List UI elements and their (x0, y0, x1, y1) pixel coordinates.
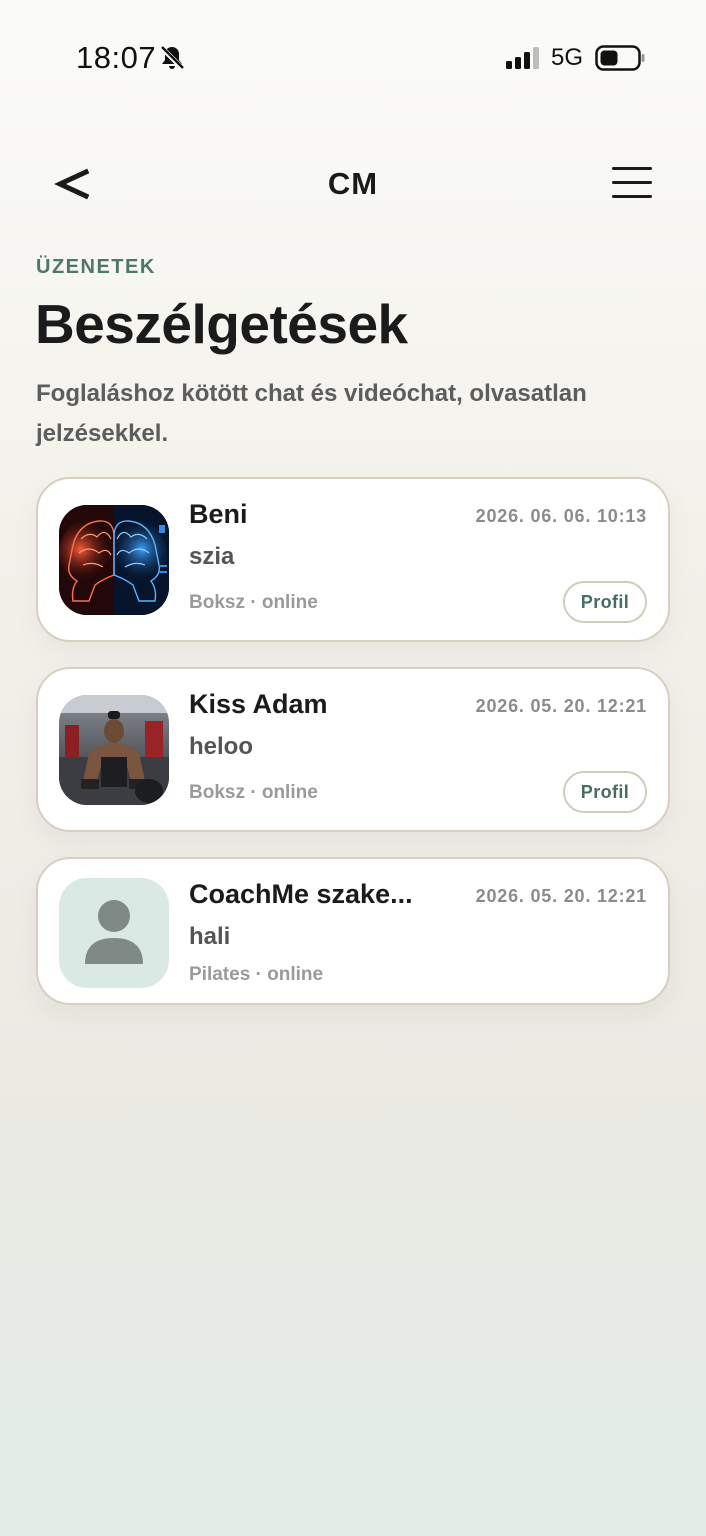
conversation-card[interactable]: Kiss Adam 2026. 05. 20. 12:21 heloo Boks… (36, 667, 670, 832)
message-date: 2026. 06. 06. 10:13 (475, 506, 647, 526)
bell-muted-icon (158, 44, 186, 72)
conversation-card[interactable]: CoachMe szake... 2026. 05. 20. 12:21 hal… (36, 857, 670, 1005)
profile-button[interactable]: Profil (563, 771, 647, 813)
network-type: 5G (551, 44, 584, 71)
last-message: heloo (189, 733, 253, 760)
contact-name: Kiss Adam (189, 689, 328, 719)
profile-button[interactable]: Profil (563, 581, 647, 623)
top-nav: CM (0, 150, 706, 216)
contact-name: Beni (189, 499, 248, 529)
contact-meta: Pilates · online (189, 964, 324, 985)
avatar (59, 505, 169, 615)
status-time: 18:07 (76, 40, 157, 75)
contact-meta: Boksz · online (189, 592, 318, 613)
avatar (59, 695, 169, 805)
last-message: hali (189, 923, 231, 950)
page-title: Beszélgetések (35, 293, 408, 355)
app-logo[interactable]: CM (0, 166, 706, 202)
contact-meta: Boksz · online (189, 782, 318, 803)
contact-name: CoachMe szake... (189, 879, 413, 909)
page-subtitle: Foglaláshoz kötött chat és videóchat, ol… (36, 380, 587, 447)
avatar (59, 878, 169, 988)
conversation-card[interactable]: Beni 2026. 06. 06. 10:13 szia Boksz · on… (36, 477, 670, 642)
last-message: szia (189, 543, 235, 570)
default-person-icon (59, 878, 169, 988)
menu-button[interactable] (610, 164, 654, 202)
status-bar: 18:07 5G (0, 0, 706, 116)
battery-icon (595, 45, 645, 71)
message-date: 2026. 05. 20. 12:21 (475, 886, 647, 906)
message-date: 2026. 05. 20. 12:21 (475, 696, 647, 716)
hamburger-menu-icon (610, 167, 654, 206)
section-kicker: ÜZENETEK (36, 256, 156, 278)
signal-icon (506, 46, 542, 70)
